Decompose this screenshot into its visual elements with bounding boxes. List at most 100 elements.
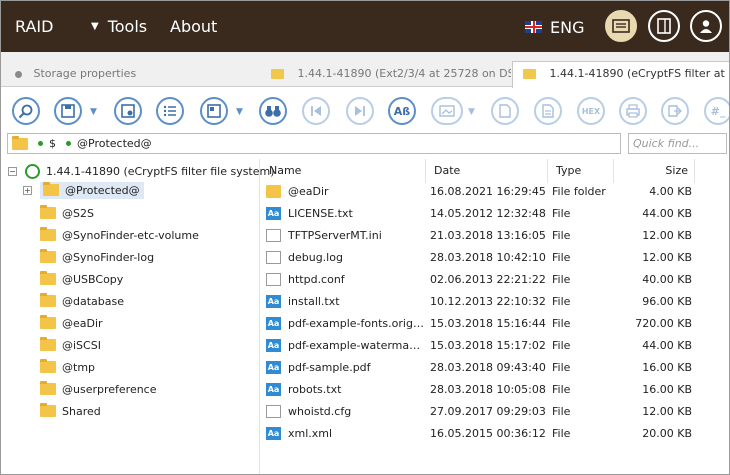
- column-header-name[interactable]: Name: [261, 159, 426, 183]
- hash-button[interactable]: #_: [704, 97, 729, 125]
- file-date: 27.09.2017 09:29:03: [430, 405, 546, 418]
- folder-icon: [523, 69, 536, 79]
- find-button[interactable]: [259, 97, 287, 125]
- column-header-date[interactable]: Date: [426, 159, 548, 183]
- language-selector[interactable]: ENG: [525, 16, 584, 38]
- file-name: debug.log: [288, 251, 343, 264]
- path-separator-icon: [38, 141, 43, 146]
- file-date: 15.03.2018 15:17:02: [430, 339, 546, 352]
- table-row[interactable]: Aa xml.xml 16.05.2015 00:36:12 File 20.00 KB: [261, 423, 729, 445]
- menu-about[interactable]: About: [170, 16, 217, 38]
- text-file-icon: Aa: [266, 317, 281, 330]
- preview-button[interactable]: [431, 97, 463, 125]
- tree-item-tmp[interactable]: @tmp: [40, 357, 95, 377]
- hex-view-button[interactable]: HEX: [577, 97, 605, 125]
- table-row[interactable]: whoistd.cfg 27.09.2017 09:29:03 File 12.00 …: [261, 401, 729, 423]
- panel-toggle-button[interactable]: [648, 10, 680, 42]
- document-gear-icon: [499, 104, 511, 118]
- file-date: 28.03.2018 10:05:08: [430, 383, 546, 396]
- file-date: 16.08.2021 16:29:45: [430, 185, 546, 198]
- tree-item-eadir[interactable]: @eaDir: [40, 313, 103, 333]
- user-icon: [700, 20, 712, 33]
- table-row[interactable]: Aa pdf-example-fonts.origin... 15.03.2018 …: [261, 313, 729, 335]
- print-button[interactable]: [619, 97, 647, 125]
- table-row[interactable]: Aa robots.txt 28.03.2018 10:05:08 File 16.00…: [261, 379, 729, 401]
- list-view-button[interactable]: [156, 97, 184, 125]
- text-file-icon: Aa: [266, 207, 281, 220]
- tab-ext-filesystem[interactable]: 1.44.1-41890 (Ext2/3/4 at 25728 on DS2..…: [259, 62, 511, 87]
- tab-storage-properties[interactable]: Storage properties: [1, 62, 259, 87]
- collapse-icon[interactable]: −: [8, 166, 17, 176]
- file-type: File: [552, 361, 571, 374]
- file-properties-button[interactable]: [491, 97, 519, 125]
- grid-view-icon: [207, 104, 221, 118]
- menu-bar: RAID ▼ Tools About ENG: [1, 1, 729, 52]
- tree-item-protected[interactable]: + @Protected@: [23, 180, 144, 200]
- table-row[interactable]: Aa pdf-example-watermarks.... 15.03.2018 1…: [261, 335, 729, 357]
- tree-root-label: 1.44.1-41890 (eCryptFS filter file syste…: [46, 164, 275, 178]
- table-row[interactable]: debug.log 28.03.2018 10:42:10 File 12.00 KB: [261, 247, 729, 269]
- tree-item-synofinder-etc-volume[interactable]: @SynoFinder-etc-volume: [40, 225, 199, 245]
- table-row[interactable]: httpd.conf 02.06.2013 22:21:22 File 40.00 K…: [261, 269, 729, 291]
- language-label: ENG: [550, 17, 585, 37]
- image-preview-icon: [439, 105, 455, 117]
- find-next-button[interactable]: [346, 97, 374, 125]
- file-type: File: [552, 405, 571, 418]
- find-previous-button[interactable]: [302, 97, 330, 125]
- file-list: Name Date Type Size @eaDir 16.08.2021 16:…: [261, 159, 729, 474]
- menu-tools[interactable]: ▼ Tools: [91, 16, 147, 38]
- previous-icon: [311, 106, 321, 116]
- tree-item-iscsi[interactable]: @iSCSI: [40, 335, 101, 355]
- tree-item-usbcopy[interactable]: @USBCopy: [40, 269, 123, 289]
- save-button[interactable]: [54, 97, 82, 125]
- view-mode-button[interactable]: [200, 97, 228, 125]
- column-header-size[interactable]: Size: [614, 159, 695, 183]
- quick-find-input[interactable]: Quick find...: [628, 133, 727, 154]
- tree-item-userpreference[interactable]: @userpreference: [40, 379, 157, 399]
- tree-item-s2s[interactable]: @S2S: [40, 203, 94, 223]
- path-breadcrumb[interactable]: $ @Protected@: [7, 133, 621, 154]
- folder-icon: [12, 135, 28, 150]
- table-row[interactable]: @eaDir 16.08.2021 16:29:45 File folder 4.00…: [261, 181, 729, 203]
- file-size: 4.00 KB: [649, 185, 692, 198]
- next-icon: [355, 106, 365, 116]
- folder-icon: [40, 271, 56, 285]
- folder-icon: [40, 293, 56, 307]
- scan-button[interactable]: [12, 97, 40, 125]
- match-case-button[interactable]: Aß: [388, 97, 416, 125]
- preview-dropdown-arrow-icon[interactable]: ▼: [468, 107, 475, 117]
- view-dropdown-arrow-icon[interactable]: ▼: [236, 107, 243, 117]
- file-name: pdf-example-fonts.origin...: [288, 317, 424, 330]
- table-row[interactable]: Aa LICENSE.txt 14.05.2012 12:32:48 File 44.0…: [261, 203, 729, 225]
- text-view-button[interactable]: [534, 97, 562, 125]
- tree-root[interactable]: − 1.44.1-41890 (eCryptFS filter file sys…: [8, 161, 275, 181]
- tab-ecryptfs[interactable]: 1.44.1-41890 (eCryptFS filter at 257...: [512, 61, 729, 88]
- expand-icon[interactable]: +: [23, 185, 32, 195]
- log-button[interactable]: [605, 10, 637, 42]
- column-header-type[interactable]: Type: [548, 159, 614, 183]
- hash-label: #_: [710, 104, 726, 118]
- path-root[interactable]: $: [49, 137, 56, 150]
- file-type: File: [552, 251, 571, 264]
- tree-item-shared[interactable]: Shared: [40, 401, 101, 421]
- folder-icon: [40, 315, 56, 329]
- file-size: 16.00 KB: [642, 383, 692, 396]
- menu-raid[interactable]: RAID: [15, 16, 53, 38]
- export-button[interactable]: [661, 97, 689, 125]
- user-account-button[interactable]: [690, 10, 722, 42]
- tree-item-label: @tmp: [62, 360, 96, 374]
- path-current[interactable]: @Protected@: [77, 137, 152, 150]
- table-row[interactable]: TFTPServerMT.ini 21.03.2018 13:16:05 File 1…: [261, 225, 729, 247]
- table-row[interactable]: Aa pdf-sample.pdf 28.03.2018 09:43:40 File 1…: [261, 357, 729, 379]
- folder-icon: [40, 337, 56, 351]
- save-dropdown-arrow-icon[interactable]: ▼: [90, 107, 97, 117]
- tree-item-label: @SynoFinder-etc-volume: [62, 228, 199, 242]
- file-name: @eaDir: [288, 185, 329, 198]
- export-icon: [668, 105, 682, 117]
- table-row[interactable]: Aa install.txt 10.12.2013 22:10:32 File 96.0…: [261, 291, 729, 313]
- disk-image-icon: [121, 104, 135, 118]
- text-file-icon: Aa: [266, 427, 281, 440]
- save-image-button[interactable]: [114, 97, 142, 125]
- tree-item-synofinder-log[interactable]: @SynoFinder-log: [40, 247, 154, 267]
- tree-item-database[interactable]: @database: [40, 291, 124, 311]
